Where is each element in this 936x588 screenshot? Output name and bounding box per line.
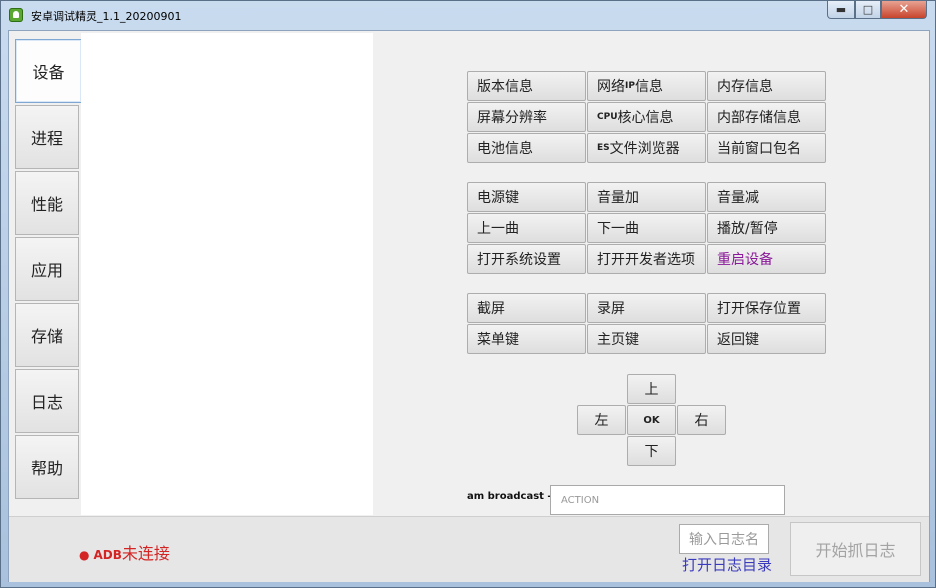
back-key-button[interactable]: 返回键 <box>707 324 826 354</box>
device-list-panel[interactable] <box>81 33 374 515</box>
screen-record-button[interactable]: 录屏 <box>587 293 706 323</box>
dpad-left-button[interactable]: 左 <box>577 405 626 435</box>
tab-process[interactable]: 进程 <box>15 105 79 169</box>
open-system-settings-button[interactable]: 打开系统设置 <box>467 244 586 274</box>
dpad-ok-button[interactable]: OK <box>627 405 676 435</box>
btn-text: 网络 <box>597 79 625 95</box>
maximize-button[interactable]: □ <box>855 1 881 19</box>
power-key-button[interactable]: 电源键 <box>467 182 586 212</box>
status-dot-icon: ● <box>79 548 90 562</box>
internal-storage-info-button[interactable]: 内部存储信息 <box>707 102 826 132</box>
menu-key-button[interactable]: 菜单键 <box>467 324 586 354</box>
home-key-button[interactable]: 主页键 <box>587 324 706 354</box>
adb-status: ● ADB未连接 <box>79 540 170 564</box>
network-ip-info-button[interactable]: 网络 IP 信息 <box>587 71 706 101</box>
btn-text-small: ES <box>597 143 610 153</box>
broadcast-label: am broadcast -a <box>467 491 559 502</box>
btn-text-small: IP <box>625 81 635 91</box>
tab-help[interactable]: 帮助 <box>15 435 79 499</box>
volume-down-button[interactable]: 音量减 <box>707 182 826 212</box>
btn-text-small: CPU <box>597 112 618 122</box>
cpu-core-info-button[interactable]: CPU 核心信息 <box>587 102 706 132</box>
dpad-down-button[interactable]: 下 <box>627 436 676 466</box>
current-window-package-button[interactable]: 当前窗口包名 <box>707 133 826 163</box>
open-developer-options-button[interactable]: 打开开发者选项 <box>587 244 706 274</box>
tab-apps[interactable]: 应用 <box>15 237 79 301</box>
dpad-right-button[interactable]: 右 <box>677 405 726 435</box>
adb-label: ADB <box>93 548 122 562</box>
start-capture-log-button[interactable]: 开始抓日志 <box>790 522 921 576</box>
close-button[interactable]: ✕ <box>881 1 927 19</box>
window-title: 安卓调试精灵_1.1_20200901 <box>31 10 182 23</box>
android-icon <box>9 8 23 22</box>
next-track-button[interactable]: 下一曲 <box>587 213 706 243</box>
btn-text: 文件浏览器 <box>609 141 680 157</box>
es-file-browser-button[interactable]: ES 文件浏览器 <box>587 133 706 163</box>
main-content: 设备 进程 性能 应用 存储 日志 帮助 版本信息 网络 IP 信息 内存信息 屏幕… <box>8 30 930 582</box>
device-actions-panel: 版本信息 网络 IP 信息 内存信息 屏幕分辨率 CPU 核心信息 内部存储信息 电池… <box>373 33 928 515</box>
open-save-location-button[interactable]: 打开保存位置 <box>707 293 826 323</box>
log-name-input[interactable]: 输入日志名 <box>679 524 769 554</box>
minimize-button[interactable]: ▬ <box>827 1 855 19</box>
bottom-bar: ● ADB未连接 输入日志名 打开日志目录 开始抓日志 <box>9 516 929 582</box>
play-pause-button[interactable]: 播放/暂停 <box>707 213 826 243</box>
app-window: 安卓调试精灵_1.1_20200901 ▬ □ ✕ 设备 进程 性能 应用 存储… <box>0 0 936 588</box>
screen-resolution-button[interactable]: 屏幕分辨率 <box>467 102 586 132</box>
window-controls: ▬ □ ✕ <box>827 1 927 20</box>
battery-info-button[interactable]: 电池信息 <box>467 133 586 163</box>
tab-performance[interactable]: 性能 <box>15 171 79 235</box>
volume-up-button[interactable]: 音量加 <box>587 182 706 212</box>
open-log-directory-link[interactable]: 打开日志目录 <box>682 554 772 575</box>
title-bar: 安卓调试精灵_1.1_20200901 ▬ □ ✕ <box>1 1 935 29</box>
broadcast-action-input[interactable]: ACTION <box>550 485 785 515</box>
adb-status-text: 未连接 <box>121 544 170 563</box>
btn-text: 信息 <box>634 79 663 95</box>
previous-track-button[interactable]: 上一曲 <box>467 213 586 243</box>
tab-storage[interactable]: 存储 <box>15 303 79 367</box>
version-info-button[interactable]: 版本信息 <box>467 71 586 101</box>
btn-text: 核心信息 <box>617 110 674 126</box>
screenshot-button[interactable]: 截屏 <box>467 293 586 323</box>
reboot-device-button[interactable]: 重启设备 <box>707 244 826 274</box>
memory-info-button[interactable]: 内存信息 <box>707 71 826 101</box>
tab-log[interactable]: 日志 <box>15 369 79 433</box>
dpad-up-button[interactable]: 上 <box>627 374 676 404</box>
tab-device[interactable]: 设备 <box>15 39 81 103</box>
